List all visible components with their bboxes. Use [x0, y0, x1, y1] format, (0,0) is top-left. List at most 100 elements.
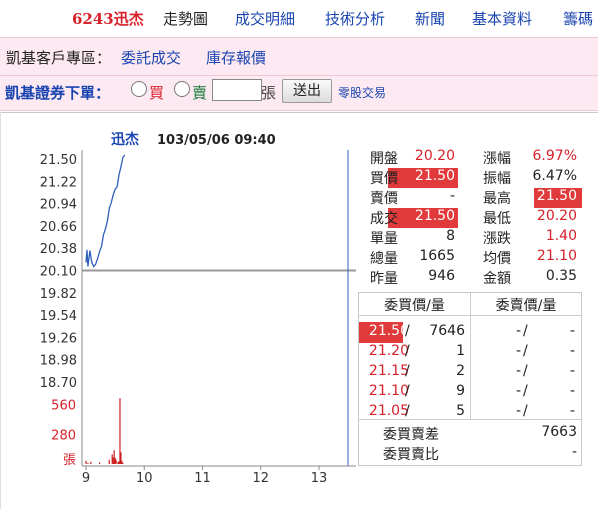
- quote-amount-label: 金額: [483, 271, 511, 287]
- quote-amount: 0.35: [545, 268, 577, 284]
- order-book: 委買價/量 委賣價/量 21.50/7646- / -21.20/1- / -21.15/2…: [358, 292, 582, 466]
- y-tick-label: 20.94: [40, 198, 77, 213]
- chart-datetime: 103/05/06 09:40: [157, 133, 276, 148]
- quote-avg: 21.10: [536, 248, 577, 264]
- x-tick-label: 13: [311, 471, 328, 486]
- quote-volume: 1665: [419, 248, 455, 264]
- stock-title: 6243迅杰: [72, 10, 144, 28]
- bid-qty: 1: [456, 343, 465, 359]
- bid-separator: /: [405, 383, 410, 399]
- ask-separator: /: [523, 403, 528, 419]
- y-tick-label: 20.38: [40, 242, 77, 257]
- ask-price: -: [515, 363, 521, 379]
- quote-open: 20.20: [414, 148, 455, 164]
- quote-prev: 946: [428, 268, 455, 284]
- quote-high: 21.50: [536, 188, 577, 204]
- y-axis: 21.50 21.22 20.94 20.66 20.38 20.10 19.82 19.54…: [40, 150, 83, 468]
- bid-price: 21.50: [368, 323, 409, 339]
- y-tick-label: 20.10: [40, 265, 77, 280]
- tab-news[interactable]: 新聞: [415, 8, 445, 29]
- quantity-input[interactable]: [212, 79, 262, 101]
- y-tick-label: 19.26: [40, 331, 77, 346]
- bid-separator: /: [405, 343, 410, 359]
- tab-technical[interactable]: 技術分析: [325, 8, 385, 29]
- ask-qty: -: [569, 403, 575, 419]
- ask-header: 委賣價/量: [495, 298, 557, 314]
- x-tick-label: 10: [136, 471, 153, 486]
- holdings-link[interactable]: 庫存報價: [206, 47, 266, 68]
- bid-ask-diff: 7663: [541, 424, 577, 440]
- ask-qty: -: [569, 383, 575, 399]
- quote-amplitude-label: 振幅: [483, 171, 511, 187]
- price-line: [85, 154, 126, 268]
- tab-chips[interactable]: 籌碼: [563, 8, 593, 29]
- x-axis: 9 10 11 12 13: [82, 465, 356, 486]
- send-button[interactable]: 送出: [282, 79, 332, 103]
- ask-price: -: [515, 403, 521, 419]
- quote-change: 1.40: [545, 228, 577, 244]
- bid-separator: /: [405, 323, 410, 339]
- ask-price: -: [515, 383, 521, 399]
- order-bar: 凱基證券下單： 買 賣 張 送出 零股交易: [0, 75, 598, 111]
- bid-header: 委買價/量: [384, 298, 445, 314]
- client-area-label: 凱基客戶專區：: [6, 49, 112, 67]
- quote-bid: 21.50: [414, 168, 455, 184]
- top-nav: 6243迅杰 走勢圖 成交明細 技術分析 新聞 基本資料 籌碼: [0, 0, 614, 36]
- quote-avg-label: 均價: [483, 251, 511, 267]
- volume-tick-label: 560: [51, 399, 76, 414]
- quote-panel: 開盤 20.20 漲幅 6.97% 買價 21.50 振幅 6.47% 賣價 - 最高 21.50 成交…: [358, 146, 582, 290]
- bid-separator: /: [405, 363, 410, 379]
- ask-qty: -: [569, 343, 575, 359]
- ask-qty: -: [569, 363, 575, 379]
- ask-price: -: [515, 323, 521, 339]
- book-footer-divider: [359, 419, 581, 420]
- quote-amplitude: 6.47%: [532, 168, 577, 184]
- bid-qty: 9: [456, 383, 465, 399]
- y-tick-label: 19.54: [40, 309, 77, 324]
- bid-price: 21.20: [368, 343, 409, 359]
- ask-separator: /: [523, 383, 528, 399]
- unit-label: 張: [261, 84, 277, 102]
- x-tick-label: 9: [82, 471, 90, 486]
- ask-separator: /: [523, 343, 528, 359]
- x-tick-label: 12: [252, 471, 269, 486]
- quote-high-label: 最高: [483, 191, 511, 207]
- tab-trades[interactable]: 成交明細: [235, 8, 295, 29]
- x-tick-label: 11: [194, 471, 211, 486]
- bid-ask-ratio: -: [571, 444, 577, 460]
- ask-qty: -: [569, 323, 575, 339]
- bid-qty: 7646: [429, 323, 465, 339]
- bid-ask-diff-label: 委買賣差: [383, 427, 439, 443]
- quote-low: 20.20: [536, 208, 577, 224]
- chart-title: 迅杰: [111, 131, 139, 148]
- bid-price: 21.05: [368, 403, 409, 419]
- bid-price: 21.15: [368, 363, 409, 379]
- bid-ask-ratio-label: 委買賣比: [383, 447, 439, 463]
- orders-link[interactable]: 委託成交: [121, 47, 181, 68]
- client-area-bar: 凱基客戶專區： 委託成交 庫存報價: [0, 37, 598, 76]
- y-tick-label: 21.50: [40, 153, 77, 168]
- plot-area: [82, 150, 356, 466]
- quote-change-label: 漲跌: [483, 231, 511, 247]
- y-tick-label: 18.70: [40, 376, 77, 391]
- tab-profile[interactable]: 基本資料: [472, 8, 532, 29]
- odd-lot-link[interactable]: 零股交易: [338, 84, 386, 101]
- quote-trade: 21.50: [414, 208, 455, 224]
- buy-radio[interactable]: [131, 81, 147, 97]
- ask-separator: /: [523, 363, 528, 379]
- bid-qty: 5: [456, 403, 465, 419]
- quote-ask: -: [449, 188, 455, 204]
- ask-price: -: [515, 343, 521, 359]
- y-tick-label: 18.98: [40, 354, 77, 369]
- sell-radio[interactable]: [174, 81, 190, 97]
- tab-trend[interactable]: 走勢圖: [163, 8, 208, 29]
- y-tick-label: 19.82: [40, 287, 77, 302]
- sell-label: 賣: [192, 84, 208, 102]
- ask-separator: /: [523, 323, 528, 339]
- quote-change-pct: 6.97%: [532, 148, 577, 164]
- y-tick-label: 20.66: [40, 220, 77, 235]
- intraday-chart: 迅杰 103/05/06 09:40 21.5021.2220.9420.662…: [40, 131, 356, 486]
- buy-label: 買: [149, 84, 165, 102]
- volume-tick-label: 280: [51, 428, 76, 443]
- bid-separator: /: [405, 403, 410, 419]
